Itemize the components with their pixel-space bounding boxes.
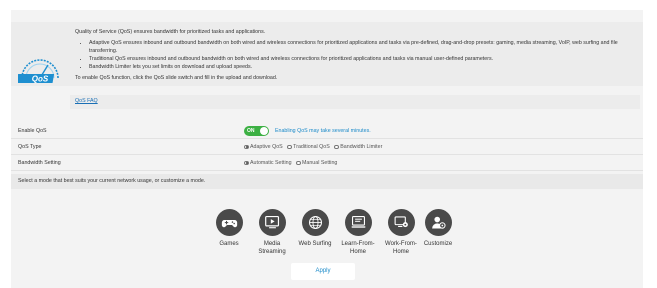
qos-type-row: QoS Type Adaptive QoS Traditional QoS Ba… [11, 140, 643, 155]
mode-label: Customize [423, 241, 453, 247]
bandwidth-setting-label: Bandwidth Setting [18, 160, 61, 166]
radio-dot [244, 160, 249, 166]
desc-intro: Quality of Service (QoS) ensures bandwid… [75, 29, 266, 35]
qos-faq-link[interactable]: QoS FAQ [75, 98, 98, 104]
media-icon [258, 209, 286, 236]
radio-dot [334, 144, 339, 150]
apply-button[interactable]: Apply [291, 263, 355, 280]
faq-box [70, 95, 640, 109]
customize-icon [424, 209, 452, 236]
enable-qos-row: Enable QoS ON Enabling QoS may take seve… [11, 124, 643, 139]
qos-type-options: Adaptive QoS Traditional QoS Bandwidth L… [244, 144, 385, 151]
enable-qos-label: Enable QoS [18, 128, 47, 134]
desc-bullet: Adaptive QoS ensures inbound and outboun… [89, 39, 640, 55]
mode-label: Media Streaming [258, 241, 286, 255]
mode-label: Learn-From-Home [341, 241, 375, 255]
mode-games[interactable]: Games [207, 209, 251, 248]
qos-type-label: QoS Type [18, 144, 42, 150]
mode-label: Games [219, 241, 239, 247]
radio-bandwidth-limiter[interactable]: Bandwidth Limiter [334, 144, 382, 150]
qos-logo-icon: QoS [16, 52, 62, 84]
enable-qos-toggle[interactable]: ON [244, 126, 269, 136]
radio-traditional-qos[interactable]: Traditional QoS [287, 144, 330, 150]
radio-dot [296, 160, 301, 166]
bandwidth-setting-row: Bandwidth Setting Automatic Setting Manu… [11, 156, 643, 171]
gamepad-icon [215, 209, 243, 236]
enable-qos-hint: Enabling QoS may take several minutes. [275, 128, 371, 134]
qos-description: Quality of Service (QoS) ensures bandwid… [75, 28, 640, 82]
mode-label: Web Surfing [298, 241, 332, 247]
mode-learn-from-home[interactable]: Learn-From-Home [336, 209, 380, 256]
work-icon [387, 209, 415, 236]
desc-bullet: Bandwidth Limiter lets you set limits on… [89, 63, 640, 71]
globe-icon [301, 209, 329, 236]
desc-bullets: Adaptive QoS ensures inbound and outboun… [89, 39, 640, 71]
toggle-state-text: ON [247, 128, 255, 134]
radio-manual-setting[interactable]: Manual Setting [296, 160, 337, 166]
radio-adaptive-qos[interactable]: Adaptive QoS [244, 144, 283, 150]
logo-text: QoS [32, 75, 49, 84]
mode-web-surfing[interactable]: Web Surfing [293, 209, 337, 248]
toggle-knob [260, 127, 268, 135]
mode-prompt-bar: Select a mode that best suits your curre… [11, 174, 643, 189]
radio-automatic-setting[interactable]: Automatic Setting [244, 160, 292, 166]
desc-bullet: Traditional QoS ensures inbound and outb… [89, 55, 640, 63]
learn-icon [344, 209, 372, 236]
mode-customize[interactable]: Customize [416, 209, 460, 248]
radio-dot [244, 144, 249, 150]
mode-prompt-text: Select a mode that best suits your curre… [18, 178, 206, 184]
desc-outro: To enable QoS function, click the QoS sl… [75, 75, 278, 81]
bandwidth-options: Automatic Setting Manual Setting [244, 160, 340, 167]
radio-dot [287, 144, 292, 150]
mode-media-streaming[interactable]: Media Streaming [250, 209, 294, 256]
mode-selector: Games Media Streaming Web Surfing Learn-… [0, 209, 657, 259]
